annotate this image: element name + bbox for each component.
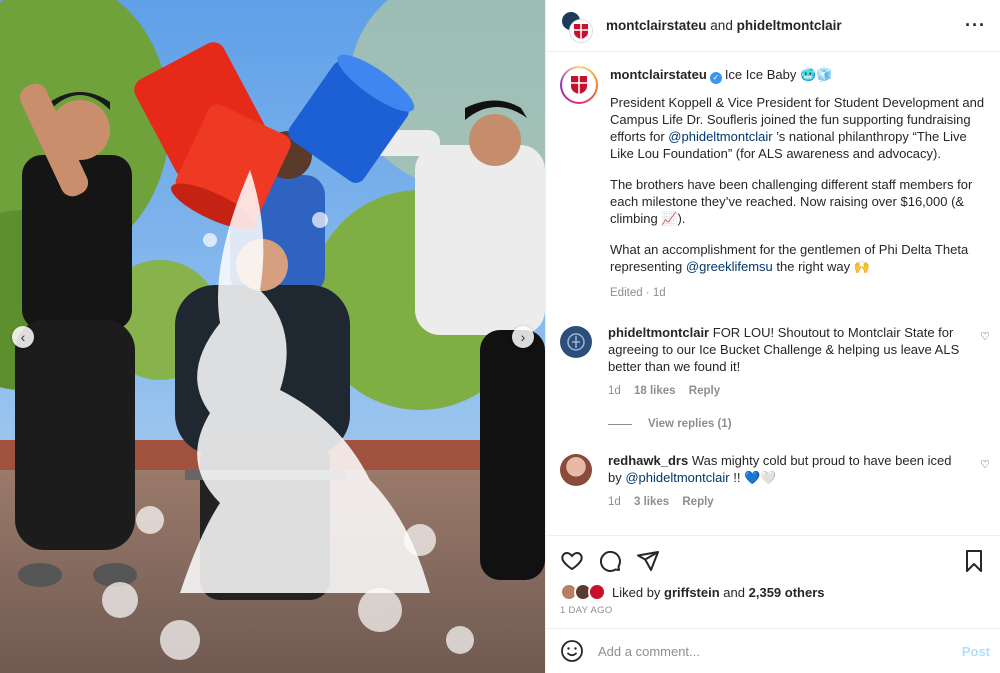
header-username[interactable]: phideltmontclair (737, 18, 842, 33)
collab-avatars[interactable] (560, 9, 592, 42)
share-icon[interactable] (636, 549, 660, 573)
caption-paragraph: What an accomplishment for the gentlemen… (610, 242, 969, 274)
reply-button[interactable]: Reply (689, 385, 720, 397)
comment-likes[interactable]: 18 likes (634, 385, 676, 397)
comment-username[interactable]: phideltmontclair (608, 325, 709, 340)
heart-icon[interactable]: ♡ (980, 458, 990, 471)
header-joiner: and (710, 18, 733, 33)
comments-scroll-area[interactable]: montclairstateu ✓ Ice Ice Baby 🥶🧊 Presiden… (546, 52, 1000, 535)
mention-link[interactable]: @greeklifemsu (686, 259, 773, 274)
caption-meta: Edited · 1d (610, 287, 666, 299)
post-sidebar: montclairstateu and phideltmontclair ···… (545, 0, 1000, 673)
phi-crest-icon (567, 333, 585, 351)
header-username[interactable]: montclairstateu (606, 18, 707, 33)
liker-avatars (560, 583, 606, 601)
post-button[interactable]: Post (962, 644, 990, 659)
ice-bucket-photo (0, 0, 545, 673)
divider (608, 423, 632, 425)
likes-count[interactable]: 2,359 others (749, 585, 825, 600)
comment-username[interactable]: redhawk_drs (608, 453, 688, 468)
mention-link[interactable]: @phideltmontclair (625, 470, 729, 485)
caption-title: Ice Ice Baby 🥶🧊 (724, 67, 833, 82)
liker-username[interactable]: griffstein (664, 585, 720, 600)
post-photo[interactable]: ‹ › (0, 0, 545, 673)
likes-summary[interactable]: Liked by griffstein and 2,359 others (560, 583, 986, 601)
comment-age: 1d (608, 385, 621, 397)
carousel-prev-button[interactable]: ‹ (12, 326, 34, 348)
comment-likes[interactable]: 3 likes (634, 496, 669, 508)
post-actions (546, 535, 1000, 585)
comment-input[interactable] (598, 643, 962, 659)
shield-icon (574, 23, 588, 39)
emoji-icon[interactable] (560, 639, 584, 663)
caption-paragraph: The brothers have been challenging diffe… (610, 177, 973, 226)
bookmark-icon[interactable] (962, 549, 986, 573)
avatar[interactable] (560, 326, 592, 358)
comment-icon[interactable] (598, 549, 622, 573)
post-caption: montclairstateu ✓ Ice Ice Baby 🥶🧊 Presiden… (546, 52, 1000, 302)
comment-item: phideltmontclair FOR LOU! Shoutout to Mo… (546, 324, 1000, 400)
post-date: 1 DAY AGO (560, 605, 613, 616)
view-replies-button[interactable]: View replies (1) (546, 418, 1000, 430)
comment-item: redhawk_drs Was mighty cold but proud to… (546, 452, 1000, 511)
more-horizontal-icon[interactable]: ··· (965, 15, 986, 36)
heart-icon[interactable]: ♡ (980, 330, 990, 343)
avatar[interactable] (560, 66, 598, 104)
reply-button[interactable]: Reply (682, 496, 713, 508)
mention-link[interactable]: @phideltmontclair (668, 129, 772, 144)
avatar (570, 19, 592, 42)
caption-username[interactable]: montclairstateu (610, 67, 707, 82)
collab-usernames: montclairstateu and phideltmontclair (606, 18, 965, 33)
heart-icon[interactable] (560, 549, 584, 573)
shield-icon (571, 76, 587, 94)
caption-paragraph: President Koppell & Vice President for S… (610, 95, 985, 161)
verified-badge-icon: ✓ (709, 72, 722, 84)
carousel-next-button[interactable]: › (512, 326, 534, 348)
avatar[interactable] (560, 454, 592, 486)
post-header: montclairstateu and phideltmontclair ··· (546, 0, 1000, 52)
add-comment-bar: Post (546, 628, 1000, 673)
comment-age: 1d (608, 496, 621, 508)
